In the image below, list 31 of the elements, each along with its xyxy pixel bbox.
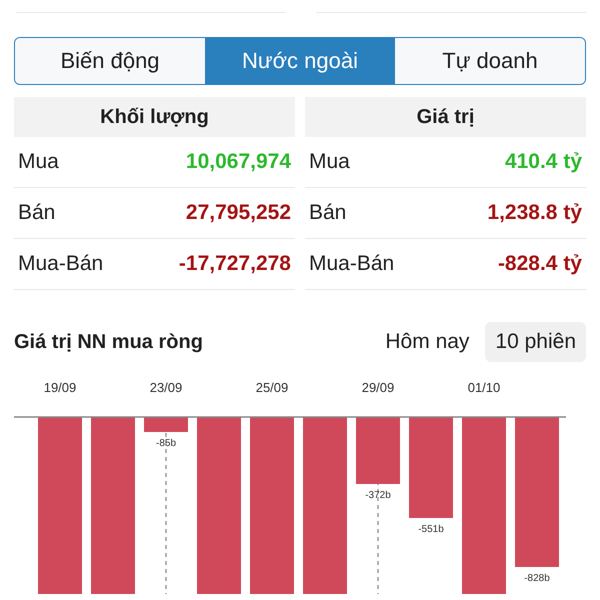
column-header: Giá trị	[305, 97, 586, 137]
date-label: 23/09	[150, 380, 182, 395]
bar-value-label: -85b	[156, 438, 176, 449]
section-title: Giá trị NN mua ròng	[14, 330, 204, 354]
row-value: -828.4 tỷ	[498, 252, 582, 276]
date-label: 25/09	[256, 380, 288, 395]
row-value: 410.4 tỷ	[504, 150, 582, 174]
row-label: Bán	[309, 201, 346, 225]
row-label: Mua	[309, 150, 350, 174]
bar	[144, 417, 188, 432]
period-toggle[interactable]: 10 phiên	[485, 322, 586, 362]
row-label: Bán	[18, 201, 56, 225]
date-label: 19/09	[44, 380, 76, 395]
row-label: Mua	[18, 150, 59, 174]
bar-value-label: -372b	[365, 490, 391, 501]
bar-value-label: -828b	[524, 573, 550, 584]
date-label: 01/10	[468, 380, 500, 395]
tab[interactable]: Biến động	[15, 38, 205, 84]
tab[interactable]: Nước ngoài	[205, 38, 395, 84]
row-label: Mua-Bán	[309, 252, 394, 276]
bar-value-label: -551b	[418, 524, 444, 535]
period-toggle[interactable]: Hôm nay	[375, 322, 480, 362]
row-value: -17,727,278	[178, 252, 291, 276]
tab[interactable]: Tự doanh	[395, 38, 585, 84]
date-label: 29/09	[362, 380, 394, 395]
row-value: 10,067,974	[186, 150, 291, 174]
row-value: 27,795,252	[186, 201, 291, 225]
column-header: Khối lượng	[14, 97, 295, 137]
bar	[356, 417, 400, 484]
row-label: Mua-Bán	[18, 252, 104, 276]
row-value: 1,238.8 tỷ	[487, 201, 582, 225]
